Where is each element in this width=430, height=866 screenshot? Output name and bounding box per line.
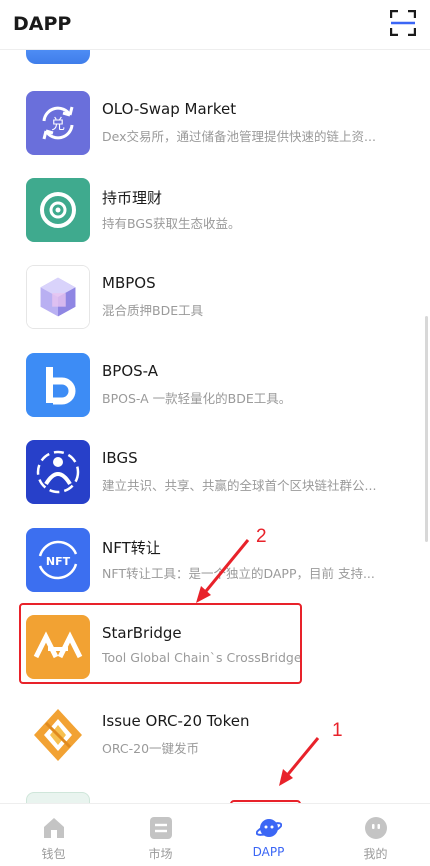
- dapp-desc: Dex交易所，通过储备池管理提供快速的链上资...: [102, 129, 376, 144]
- scan-icon[interactable]: [390, 10, 416, 36]
- tab-label: DAPP: [252, 845, 285, 859]
- dapp-name: MBPOS: [102, 274, 156, 292]
- tab-label: 我的: [363, 847, 388, 861]
- svg-text:兑: 兑: [51, 117, 65, 133]
- cube-icon: [26, 265, 90, 329]
- dapp-item-olo-swap[interactable]: 兑 OLO-Swap Market Dex交易所，通过储备池管理提供快速的链上资…: [0, 78, 430, 164]
- swap-exchange-icon: 兑: [26, 91, 90, 155]
- dapp-item-mbpos[interactable]: MBPOS 混合质押BDE工具: [0, 252, 430, 338]
- highlight-box-starbridge: [19, 603, 302, 684]
- dapp-item-ibgs[interactable]: IBGS 建立共识、共享、共赢的全球首个区块链社群公...: [0, 427, 430, 513]
- dapp-desc: 混合质押BDE工具: [102, 303, 204, 318]
- scrollbar[interactable]: [425, 316, 428, 542]
- dapp-item-issue-orc20[interactable]: Issue ORC-20 Token ORC-20一键发币: [0, 690, 430, 776]
- dapp-item-nft-transfer[interactable]: NFT NFT转让 NFT转让工具：是一个独立的DAPP，目前 支持...: [0, 515, 430, 601]
- svg-text:NFT: NFT: [46, 555, 71, 568]
- partial-app-icon: [26, 792, 90, 803]
- dapp-name: IBGS: [102, 449, 138, 467]
- target-coin-icon: [26, 178, 90, 242]
- dapp-name: BPOS-A: [102, 362, 159, 380]
- tab-dapp[interactable]: DAPP: [215, 804, 322, 866]
- dapp-desc: NFT转让工具：是一个独立的DAPP，目前 支持...: [102, 566, 375, 581]
- dapp-name: 持币理财: [102, 189, 163, 207]
- letter-b-icon: [26, 353, 90, 417]
- tab-mine[interactable]: 我的: [322, 804, 429, 866]
- dapp-item-bpos-a[interactable]: BPOS-A BPOS-A 一款轻量化的BDE工具。: [0, 340, 430, 426]
- tab-market[interactable]: 市场: [107, 804, 214, 866]
- annotation-number-2: 2: [256, 526, 267, 547]
- dapp-desc: 建立共识、共享、共赢的全球首个区块链社群公...: [102, 478, 377, 493]
- profile-face-icon: [364, 817, 387, 839]
- home-icon: [43, 818, 64, 838]
- app-header: DAPP: [0, 0, 430, 50]
- planet-icon: [255, 819, 282, 837]
- dapp-desc: BPOS-A 一款轻量化的BDE工具。: [102, 391, 292, 406]
- people-ring-icon: [26, 440, 90, 504]
- dapp-list: 兑 OLO-Swap Market Dex交易所，通过储备池管理提供快速的链上资…: [0, 50, 430, 803]
- annotation-number-1: 1: [332, 720, 343, 741]
- dapp-name: NFT转让: [102, 539, 161, 557]
- tab-label: 钱包: [41, 847, 66, 861]
- dapp-name: OLO-Swap Market: [102, 100, 237, 118]
- dapp-name: Issue ORC-20 Token: [102, 712, 250, 730]
- bottom-tab-bar: 钱包 市场 DAPP 我的: [0, 803, 430, 866]
- market-icon: [149, 817, 172, 839]
- dapp-item-staking-finance[interactable]: 持币理财 持有BGS获取生态收益。: [0, 165, 430, 251]
- partial-app-icon: [26, 50, 90, 64]
- orc20-token-icon: [26, 703, 90, 767]
- page-title: DAPP: [13, 13, 72, 35]
- tab-label: 市场: [148, 847, 173, 861]
- nft-transfer-icon: NFT: [26, 528, 90, 592]
- tab-wallet[interactable]: 钱包: [0, 804, 107, 866]
- dapp-desc: ORC-20一键发币: [102, 741, 200, 756]
- dapp-desc: 持有BGS获取生态收益。: [102, 216, 241, 231]
